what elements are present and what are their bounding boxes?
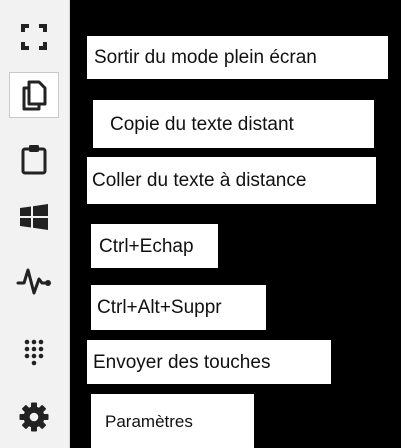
tooltip-exit-fullscreen[interactable]: Sortir du mode plein écran <box>87 36 388 79</box>
tooltip-send-keys[interactable]: Envoyer des touches <box>87 340 331 384</box>
exit-fullscreen-icon <box>21 24 47 50</box>
remote-toolbar-sidebar <box>0 0 70 448</box>
ctrl-alt-del-button[interactable] <box>9 258 59 304</box>
windows-icon <box>20 204 48 230</box>
windows-key-button[interactable] <box>9 194 59 240</box>
settings-button[interactable] <box>9 394 59 440</box>
tooltip-ctrl-alt-del[interactable]: Ctrl+Alt+Suppr <box>91 285 266 330</box>
clipboard-icon <box>21 145 47 175</box>
tooltip-copy-remote-text[interactable]: Copie du texte distant <box>93 100 374 148</box>
exit-fullscreen-button[interactable] <box>9 14 59 60</box>
gear-icon <box>19 402 49 432</box>
copy-icon <box>22 80 47 111</box>
pulse-icon <box>16 268 51 295</box>
tooltip-settings[interactable]: Paramètres <box>91 394 254 448</box>
tooltip-paste-remote-text[interactable]: Coller du texte à distance <box>87 157 376 204</box>
keypad-icon <box>24 339 44 366</box>
copy-button[interactable] <box>9 72 59 118</box>
send-keys-button[interactable] <box>9 330 59 376</box>
tooltip-ctrl-esc[interactable]: Ctrl+Echap <box>91 224 218 268</box>
paste-button[interactable] <box>9 136 59 182</box>
